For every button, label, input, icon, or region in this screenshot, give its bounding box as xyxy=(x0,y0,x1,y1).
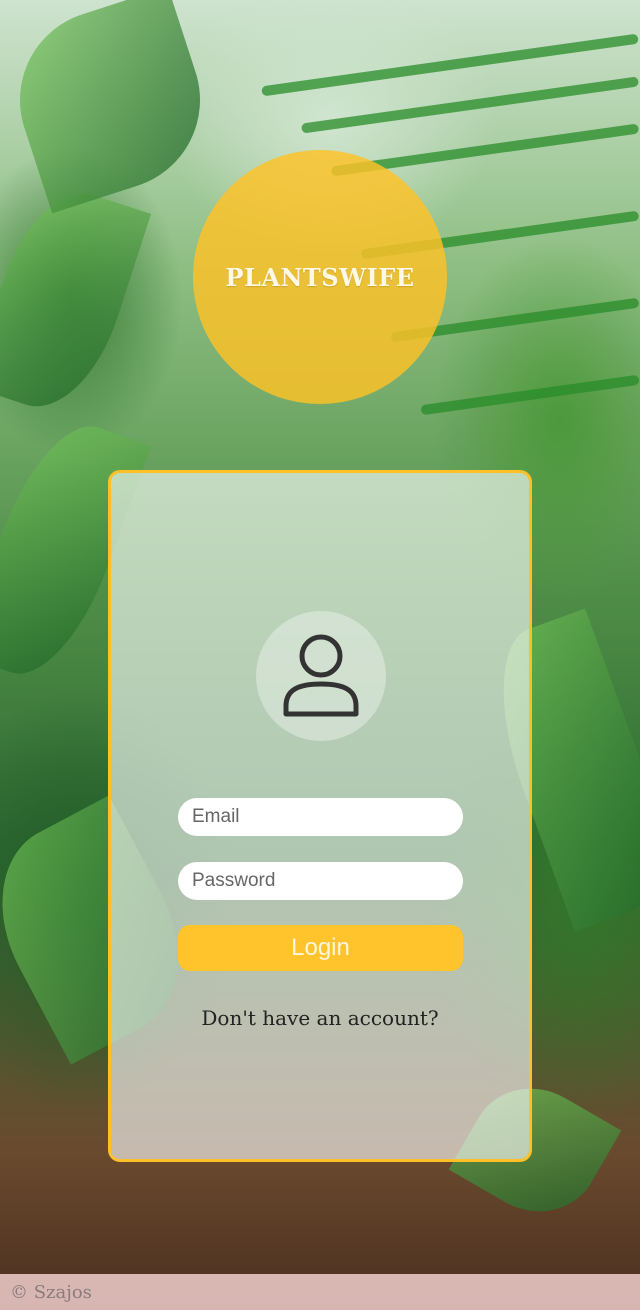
password-field[interactable] xyxy=(178,862,463,900)
footer-credit: © Szajos xyxy=(10,1281,92,1303)
login-button-label: Login xyxy=(291,934,350,961)
palm-leaf-stripe xyxy=(420,374,640,416)
palm-leaf-stripe xyxy=(300,76,640,134)
avatar xyxy=(256,611,386,741)
brand-name: PLANTSWIFE xyxy=(225,262,415,292)
login-button[interactable]: Login xyxy=(178,925,463,971)
brand-logo: PLANTSWIFE xyxy=(193,150,447,404)
signup-link[interactable]: Don't have an account? xyxy=(111,1006,529,1030)
user-icon xyxy=(283,634,359,717)
login-card: Login Don't have an account? xyxy=(108,470,532,1162)
email-field[interactable] xyxy=(178,798,463,836)
leaf-shape xyxy=(0,176,152,424)
footer: © Szajos xyxy=(0,1274,640,1310)
leaf-shape xyxy=(0,0,224,214)
